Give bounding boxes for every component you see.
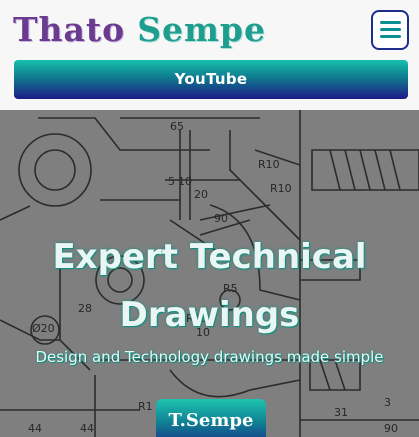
hero-title-line2: Drawings xyxy=(119,295,300,335)
site-header: Thato Sempe YouTube xyxy=(0,0,419,110)
hamburger-menu-button[interactable] xyxy=(371,10,409,50)
brand-logo[interactable]: Thato Sempe xyxy=(13,10,266,49)
tsempe-cta-button[interactable]: T.Sempe xyxy=(156,399,266,437)
hamburger-menu-icon xyxy=(380,21,401,24)
hamburger-menu-icon xyxy=(380,28,401,31)
hero-title: Expert Technical Drawings xyxy=(0,228,419,344)
youtube-button[interactable]: YouTube xyxy=(14,60,408,99)
brand-last-name: Sempe xyxy=(137,10,267,49)
hamburger-menu-icon xyxy=(380,35,401,38)
hero-subtitle: Design and Technology drawings made simp… xyxy=(35,348,384,366)
brand-first-name: Thato xyxy=(13,10,126,49)
hero-title-line1: Expert Technical xyxy=(52,237,367,277)
hero-section: 65 R10 R10 5 10 20 90 R5 R10 Ø20 28 10 R… xyxy=(0,110,419,437)
